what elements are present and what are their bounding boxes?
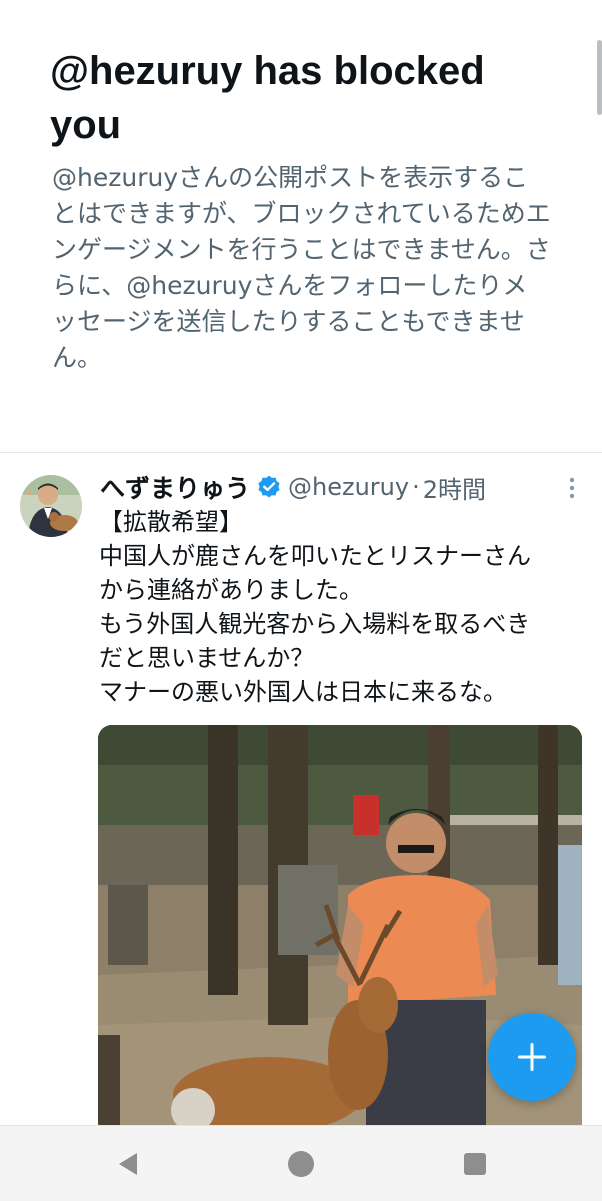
tweet-line: から連絡がありました。 [99,576,363,604]
scrollbar[interactable] [597,40,602,115]
back-triangle-icon [119,1153,137,1175]
tweet-header: へずまりゅう @hezuruy · 2時間 [100,467,486,507]
nav-recents-button[interactable] [457,1146,493,1182]
tweet-line: 【拡散希望】 [99,508,243,536]
tweet-line: マナーの悪い外国人は日本に来るな。 [99,678,507,706]
user-handle[interactable]: @hezuruy [288,473,409,501]
blocked-description: @hezuruyさんの公開ポストを表示することはできますが、ブロックされているた… [52,163,551,372]
timestamp[interactable]: 2時間 [423,470,486,505]
tweet-line: もう外国人観光客から入場料を取るべき [99,610,531,638]
avatar[interactable] [20,475,82,537]
plus-icon [518,1043,546,1071]
verified-badge-icon [256,474,282,500]
tweet-text: 【拡散希望】 中国人が鹿さんを叩いたとリスナーさん から連絡がありました。 もう… [99,505,594,709]
more-vertical-icon[interactable] [560,473,584,503]
compose-button[interactable] [488,1013,576,1101]
home-circle-icon [288,1151,314,1177]
tweet-line: だと思いませんか？ [99,644,315,672]
separator-dot: · [412,473,420,501]
tweet-line: 中国人が鹿さんを叩いたとリスナーさん [99,542,531,570]
blocked-notice: @hezuruy has blocked you @hezuruyさんの公開ポス… [0,0,602,452]
nav-home-button[interactable] [283,1146,319,1182]
recents-square-icon [464,1153,486,1175]
display-name[interactable]: へずまりゅう [100,469,250,505]
nav-back-button[interactable] [110,1146,146,1182]
android-navigation-bar [0,1125,602,1201]
blocked-title: @hezuruy has blocked you [50,49,485,147]
